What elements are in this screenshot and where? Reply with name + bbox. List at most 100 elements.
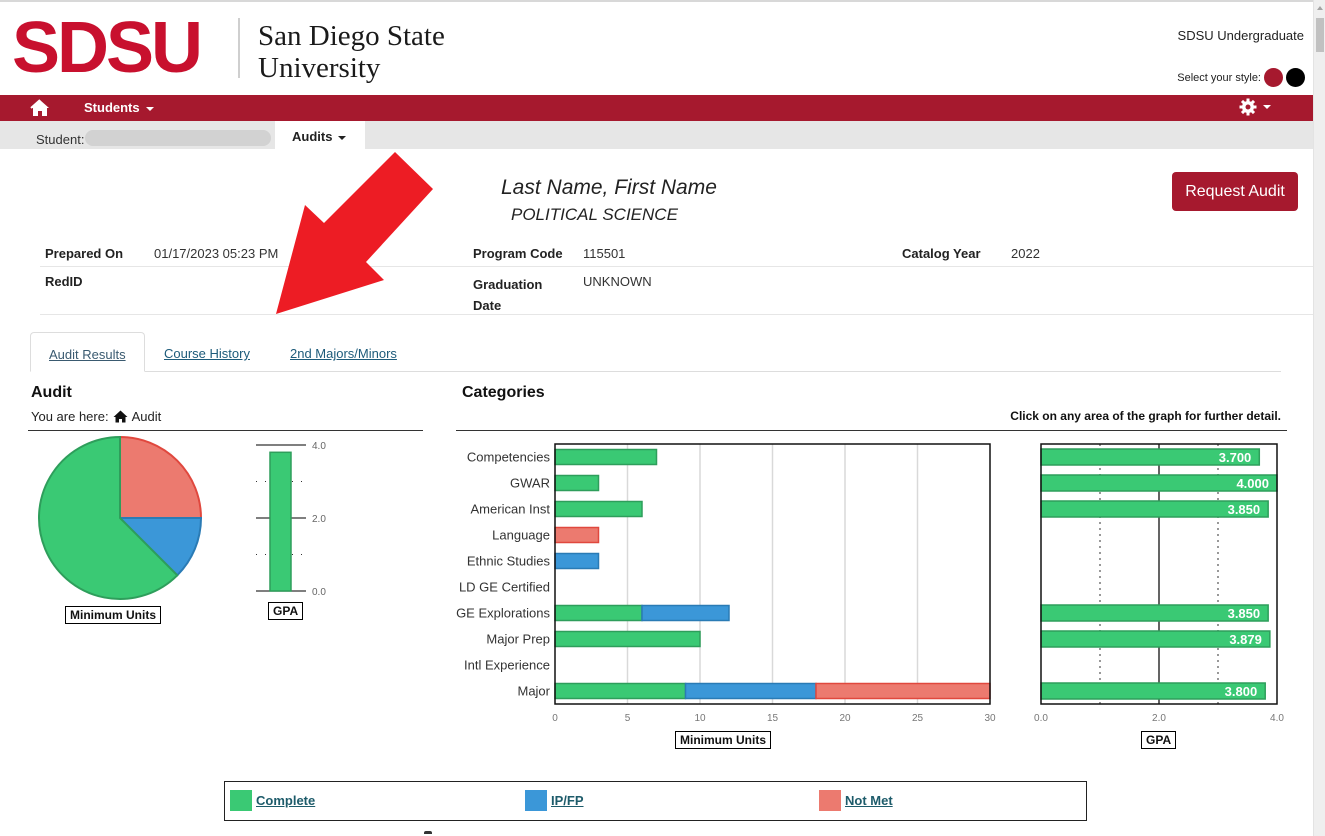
gpa-tick-label: 2.0 [312,514,326,525]
units-bar-major-complete[interactable] [554,682,687,700]
categories-units-chart[interactable]: 0 5 10 15 20 25 30 Competencies GWAR American Ins… [450,436,1010,728]
annotation-arrow-icon [276,152,433,314]
units-tick-label: 25 [912,713,924,724]
category-label-ld-ge-certified: LD GE Certified [459,580,550,595]
redid-key: RedID [45,274,83,289]
catalog-year-key: Catalog Year [902,246,981,261]
info-divider [40,266,1313,267]
not-met-swatch [819,790,841,811]
info-divider [40,314,1313,315]
tab-course-history[interactable]: Course History [164,332,250,372]
legend-ip-fp[interactable]: IP/FP [525,790,584,811]
gpa-chart-tick-label: 0.0 [1034,713,1048,724]
minimum-units-pie-chart[interactable] [30,430,210,610]
audits-menu-label: Audits [292,129,333,144]
audits-menu[interactable]: Audits [275,121,365,149]
program-code-text: 115501 [583,246,626,261]
home-icon[interactable] [113,410,128,423]
audit-heading: Audit [31,384,72,401]
gpa-tick-label: 4.0 [312,441,326,452]
units-tick-label: 0 [552,713,558,724]
breadcrumb: You are here: Audit [31,409,161,424]
tab-2nd-majors-minors[interactable]: 2nd Majors/Minors [290,332,397,372]
request-audit-button[interactable]: Request Audit [1172,172,1298,211]
graduation-date-value: UNKNOWN [583,274,652,289]
graduation-date-label: Graduation Date [473,274,542,316]
audit-tabs: Audit Results Course History 2nd Majors/… [30,332,1281,372]
university-name: San Diego State University [258,20,445,84]
catalog-year-value: 2022 [1011,246,1040,261]
gear-icon [1239,98,1257,116]
gpa-chart-axis-label: GPA [1141,731,1177,749]
graduation-date-key-1: Graduation [473,277,543,292]
tab-audit-results[interactable]: Audit Results [30,332,145,372]
units-bar-competencies-complete[interactable] [554,448,658,466]
chevron-down-icon [1263,105,1271,109]
vertical-scrollbar[interactable] [1313,0,1325,836]
units-bar-ge-explorations-complete[interactable] [554,604,643,622]
style-selector: Select your style: [1177,68,1305,87]
units-tick-label: 15 [767,713,779,724]
sdsu-logo-mark[interactable]: SDSU [12,8,203,88]
units-tick-label: 5 [625,713,631,724]
prepared-on-value: 01/17/2023 05:23 PM [154,246,278,261]
units-bar-major-ip[interactable] [684,682,817,700]
students-menu[interactable]: Students [84,100,154,115]
settings-menu[interactable] [1239,98,1271,116]
gpa-value-label: 3.850 [1228,606,1261,621]
complete-swatch [230,790,252,811]
student-label: Student: [36,132,85,147]
units-bar-american-inst-complete[interactable] [554,500,643,518]
legend-ip-label: IP/FP [551,793,584,808]
scrollbar-thumb[interactable] [1316,18,1324,52]
units-bar-major-not_met[interactable] [815,682,991,700]
gpa-bar[interactable] [269,451,292,592]
graduation-date-text: UNKNOWN [583,274,652,289]
units-tick-label: 20 [839,713,851,724]
chevron-down-icon [338,135,347,140]
graph-hint: Click on any area of the graph for furth… [1010,409,1281,423]
category-label-language: Language [492,528,550,543]
breadcrumb-current: Audit [131,409,162,424]
gpa-axis-label: GPA [268,602,304,620]
pie-slice-not-met[interactable] [119,435,203,519]
home-icon[interactable] [30,99,50,117]
gpa-chart-tick-label: 2.0 [1152,713,1166,724]
units-bar-major-prep-complete[interactable] [554,630,701,648]
units-bar-gwar-complete[interactable] [554,474,600,492]
category-label-major-prep: Major Prep [486,632,550,647]
institution-name: SDSU Undergraduate [1177,28,1304,43]
ip-swatch [525,790,547,811]
gpa-value-label: 3.800 [1225,684,1258,699]
units-bar-language-not_met[interactable] [554,526,600,544]
category-label-major: Major [517,684,550,699]
legend-not-met[interactable]: Not Met [819,790,893,811]
units-bar-ge-explorations-ip[interactable] [641,604,730,622]
scroll-up-icon[interactable] [1317,6,1323,10]
gpa-chart-tick-label: 4.0 [1270,713,1284,724]
category-label-gwar: GWAR [510,476,550,491]
legend-complete-label: Complete [256,793,316,808]
prepared-on-key: Prepared On [45,246,124,261]
graduation-date-key-2: Date [473,298,502,313]
legend-complete[interactable]: Complete [230,790,315,811]
category-label-ge-explorations: GE Explorations [456,606,550,621]
units-tick-label: 10 [694,713,706,724]
catalog-year-text: 2022 [1011,246,1040,261]
gpa-vertical-bar-chart[interactable]: 0.0 2.0 4.0 [250,436,330,601]
categories-divider [456,430,1287,431]
style-red-button[interactable] [1264,68,1283,87]
category-label-american-inst: American Inst [471,502,551,517]
partial-icon [424,831,432,834]
student-name-redacted [85,130,271,146]
categories-heading: Categories [462,384,545,401]
units-bar-ethnic-studies-ip[interactable] [554,552,600,570]
university-name-line1: San Diego State [258,20,445,52]
categories-gpa-chart[interactable]: 0.0 2.0 4.0 3.700 4.000 3.850 3.850 3.879 3.800 [1030,436,1300,728]
style-black-button[interactable] [1286,68,1305,87]
student-name: Last Name, First Name [501,176,717,199]
university-name-line2: University [258,52,381,84]
legend-not-met-label: Not Met [845,793,893,808]
gpa-value-label: 3.879 [1229,632,1262,647]
main-navbar: Students [0,95,1313,121]
